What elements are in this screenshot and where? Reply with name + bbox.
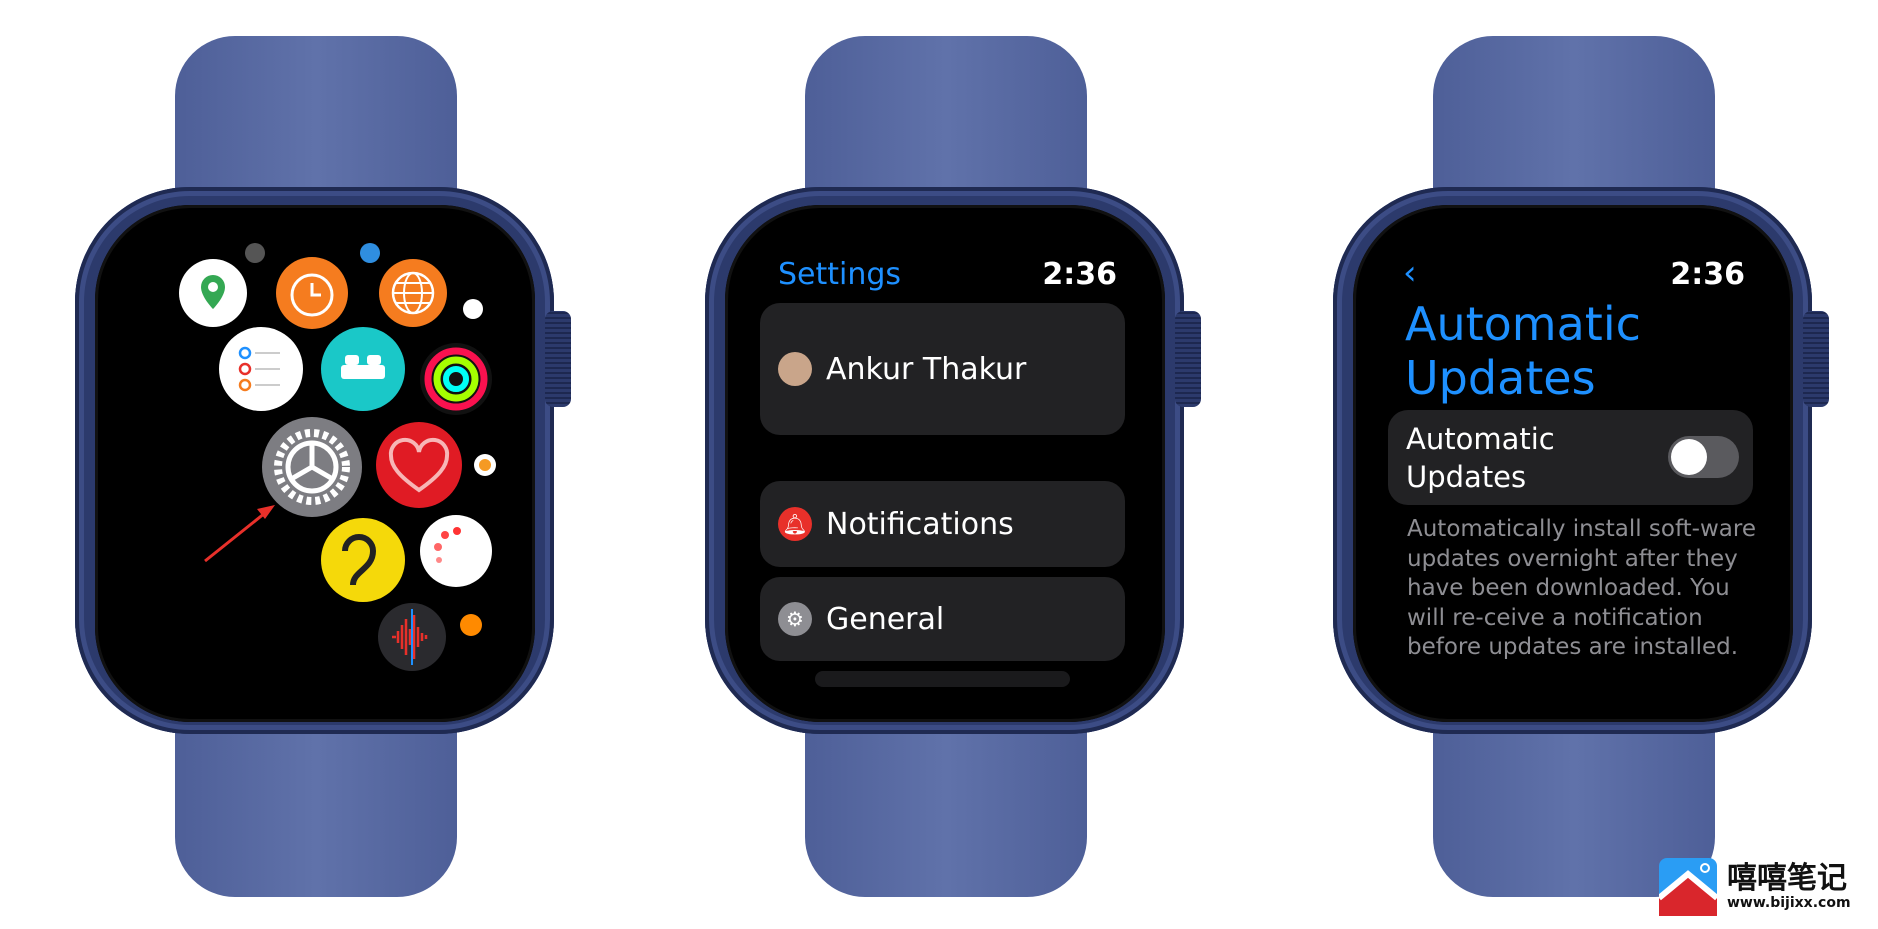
watch-screen: Settings 2:36 Ankur Thakur 🔔︎ Notificatio… xyxy=(725,205,1165,722)
gear-icon: ⚙ xyxy=(778,602,812,636)
watch-screen xyxy=(95,205,535,722)
automatic-updates-toggle[interactable] xyxy=(1668,436,1739,478)
noise-app-icon[interactable] xyxy=(321,518,405,602)
logo-house-icon xyxy=(1659,858,1717,916)
label-line: Updates xyxy=(1406,460,1527,494)
label-line: Automatic xyxy=(1406,422,1555,456)
page-title: Automatic Updates xyxy=(1405,297,1641,405)
timer-app-icon[interactable] xyxy=(420,515,492,587)
books-app-icon[interactable] xyxy=(460,614,482,636)
bell-icon: 🔔︎ xyxy=(778,507,812,541)
automatic-updates-row[interactable]: Automatic Updates xyxy=(1388,410,1753,505)
world-clock-app-icon[interactable] xyxy=(379,259,447,327)
logo-name: 嘻嘻笔记 xyxy=(1727,861,1847,896)
avatar xyxy=(778,352,812,386)
description-text: Automatically install soft-ware updates … xyxy=(1407,516,1756,660)
find-my-app-icon[interactable] xyxy=(360,243,380,263)
page-title: Settings xyxy=(778,257,902,292)
settings-app-icon[interactable] xyxy=(262,417,362,517)
watch-settings: Settings 2:36 Ankur Thakur 🔔︎ Notificatio… xyxy=(705,0,1201,929)
toggle-label: Automatic Updates xyxy=(1406,420,1555,496)
time: 2:36 xyxy=(1670,257,1745,292)
item-label: General xyxy=(826,601,945,637)
profile-card[interactable]: Ankur Thakur xyxy=(760,303,1125,435)
watch-app-grid xyxy=(75,0,571,929)
heart-rate-app-icon[interactable] xyxy=(376,422,462,508)
back-chevron-icon[interactable]: ‹ xyxy=(1403,253,1417,293)
item-label: Notifications xyxy=(826,506,1014,542)
red-arrow-annotation xyxy=(204,505,275,563)
digital-crown[interactable] xyxy=(1803,311,1829,407)
next-item-partial xyxy=(815,671,1070,687)
settings-item-general[interactable]: ⚙ General xyxy=(760,577,1125,661)
watch-screen: ‹ 2:36 Automatic Updates Automatic Updat… xyxy=(1353,205,1793,722)
title-line: Updates xyxy=(1405,351,1596,405)
time: 2:36 xyxy=(1042,257,1117,292)
watermark-logo: 嘻嘻笔记 www.bijixx.com xyxy=(1659,858,1851,916)
watch-automatic-updates: ‹ 2:36 Automatic Updates Automatic Updat… xyxy=(1333,0,1829,929)
toggle-knob xyxy=(1671,439,1707,475)
digital-crown[interactable] xyxy=(545,311,571,407)
title-line: Automatic xyxy=(1405,297,1641,351)
settings-item-notifications[interactable]: 🔔︎ Notifications xyxy=(760,481,1125,567)
app-grid xyxy=(179,243,496,671)
profile-name: Ankur Thakur xyxy=(826,351,1027,387)
sleep-app-icon[interactable] xyxy=(321,327,405,411)
logo-url: www.bijixx.com xyxy=(1727,895,1851,911)
maps-app-icon[interactable] xyxy=(179,259,247,327)
photos-app-icon[interactable] xyxy=(474,454,496,476)
calculator-app-icon[interactable] xyxy=(245,243,265,263)
clock-app-icon[interactable] xyxy=(463,299,483,319)
digital-crown[interactable] xyxy=(1175,311,1201,407)
alarm-app-icon[interactable] xyxy=(276,257,348,329)
voice-memos-app-icon[interactable] xyxy=(378,603,446,671)
activity-app-icon[interactable] xyxy=(420,343,492,415)
reminders-app-icon[interactable] xyxy=(219,327,303,411)
